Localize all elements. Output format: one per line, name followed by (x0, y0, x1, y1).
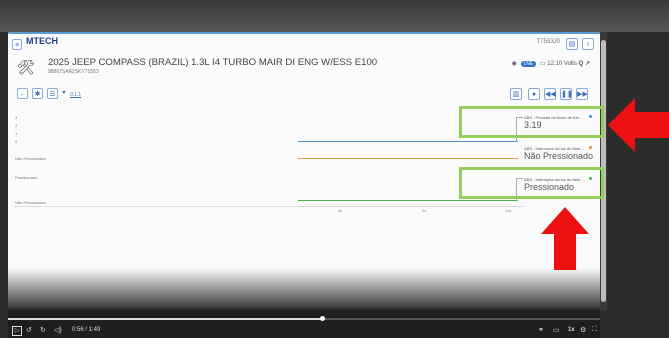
axis-label: 1 (15, 131, 18, 136)
series-line-brake-switch-2 (298, 200, 518, 201)
vehicle-title: 2025 JEEP COMPASS (BRAZIL) 1.3L I4 TURBO… (48, 57, 378, 68)
series-dot (589, 146, 592, 149)
rewind-icon[interactable]: ◀◀ (544, 88, 556, 100)
wifi-icon: ◉ (511, 61, 517, 67)
status-bar: ◉ LNE ▭ 12.10 Volts Q ↗ (512, 60, 590, 67)
pause-icon[interactable]: ❚❚ (560, 88, 573, 100)
series-line-pressure (298, 141, 518, 142)
signal-icon: ♥ (62, 90, 66, 96)
video-fade (8, 268, 600, 308)
video-progress-bar[interactable] (8, 316, 600, 321)
play-icon[interactable]: ▷ (12, 326, 22, 336)
gear-icon[interactable]: ⚙ (580, 326, 586, 334)
export-icon[interactable]: ↗ (585, 61, 590, 67)
time-axis (14, 206, 524, 207)
app-logo: MTECH (26, 36, 58, 46)
settings-icon[interactable]: ✱ (32, 88, 43, 99)
fullscreen-icon[interactable]: ⛶ (592, 326, 597, 334)
replay-back-icon[interactable]: ↺ (26, 326, 32, 334)
video-progress-knob[interactable] (319, 316, 325, 321)
back-icon[interactable]: ← (17, 88, 28, 99)
vehicle-vin: 98867SAA2SKY71553 (48, 69, 99, 75)
axis-label: Não Pressionado (15, 200, 46, 205)
connection-badge: LNE (520, 61, 537, 67)
subtitles-icon[interactable]: ▭ (553, 326, 560, 334)
forward-icon[interactable]: ▶▶ (576, 88, 588, 100)
video-player-controls: ▷ ↺ ↻ ◁) 0:56 / 1:49 ⚭ ▭ 1x ⚙ ⛶ (8, 310, 600, 338)
series-value: Não Pressionado (524, 151, 594, 161)
time-tick: 0s (338, 208, 343, 213)
time-tick: 10s (505, 208, 512, 213)
highlight-box-brake-switch (459, 167, 604, 199)
document-icon[interactable]: ▤ (566, 38, 578, 50)
axis-label: Pressionado (15, 175, 38, 180)
menu-icon[interactable]: ≡ (12, 39, 22, 50)
highlight-box-pressure (459, 106, 604, 138)
video-top-band (0, 0, 669, 32)
feed-icon[interactable]: ≀ (582, 38, 594, 50)
version-link[interactable]: 0.1.1 (70, 92, 81, 98)
device-serial: T7583J0 (536, 39, 560, 45)
video-margin (607, 32, 669, 310)
record-icon[interactable]: ● (528, 88, 540, 100)
video-time: 0:56 / 1:49 (72, 327, 101, 333)
list-icon[interactable]: ☰ (47, 88, 58, 99)
battery-icon: ▭ (539, 61, 546, 67)
arrow-left-icon (608, 98, 669, 152)
replay-forward-icon[interactable]: ↻ (40, 326, 46, 334)
arrow-up-icon (541, 207, 589, 270)
video-progress-fill (8, 318, 322, 320)
top-accent-line (8, 32, 600, 34)
vehicle-icon: 🛠 (17, 59, 35, 75)
chart-icon[interactable]: ▥ (510, 88, 522, 100)
axis-label: Não Pressionado (15, 156, 46, 161)
voltage-readout: 12.10 Volts (547, 61, 577, 67)
time-tick: 5s (422, 208, 427, 213)
series-line-brake-switch-1 (298, 158, 518, 159)
volume-icon[interactable]: ◁) (54, 326, 62, 334)
share-icon[interactable]: ⚭ (538, 326, 544, 334)
axis-label: 2 (15, 123, 18, 128)
axis-label: 3 (15, 115, 18, 120)
speed-label[interactable]: 1x (568, 327, 575, 333)
axis-label: 0 (15, 139, 18, 144)
search-icon[interactable]: Q (579, 61, 584, 67)
